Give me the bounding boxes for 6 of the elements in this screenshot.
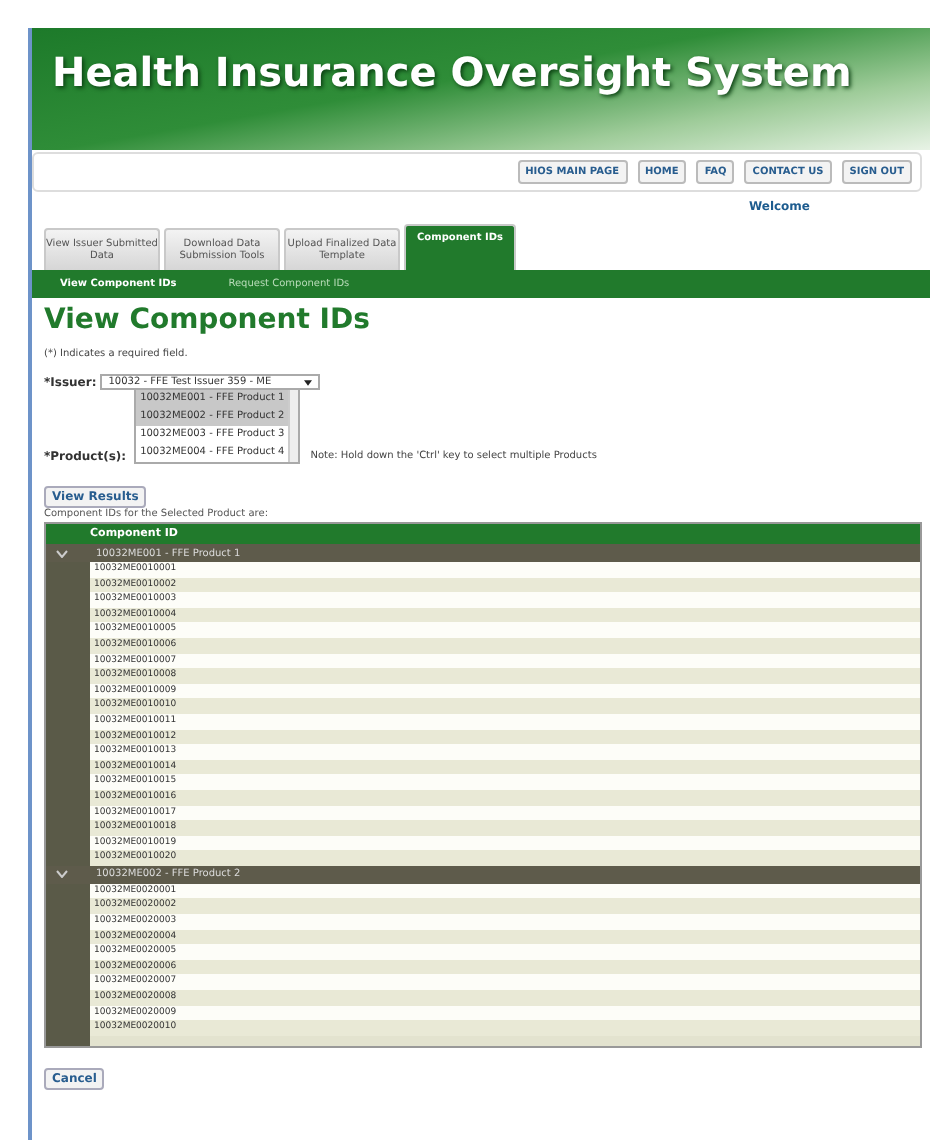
scrollbar[interactable]	[288, 390, 299, 462]
caret-icon[interactable]	[56, 549, 68, 557]
page-title: View Component IDs	[44, 304, 372, 336]
site-title: Health Insurance Oversight System	[52, 48, 854, 96]
dropdown-arrow-icon[interactable]	[304, 379, 313, 385]
caret-icon[interactable]	[56, 870, 68, 879]
